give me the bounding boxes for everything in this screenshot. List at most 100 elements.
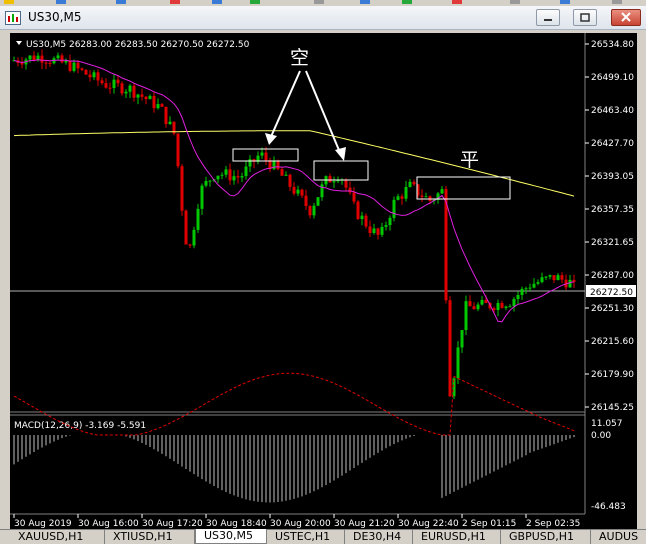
toolbar-icon[interactable] [4, 0, 14, 4]
candle-body [384, 225, 388, 227]
candle-body [540, 277, 544, 283]
candle-body [504, 306, 508, 309]
minimize-icon [544, 19, 552, 21]
candle-body [476, 304, 480, 310]
candle-body [440, 189, 444, 194]
candle-body [484, 299, 488, 304]
candle-body [240, 176, 244, 178]
minimize-button[interactable] [536, 9, 560, 26]
time-tick-label: 30 Aug 21:20 [334, 519, 395, 529]
chart-tab[interactable]: DE30,H4 [345, 530, 413, 544]
candle-body [460, 330, 464, 348]
candle-body [296, 189, 300, 194]
price-tick-label: 26463.40 [591, 106, 634, 116]
chart-titlebar[interactable]: US30,M5 [0, 6, 646, 30]
toolbar-icon[interactable] [314, 0, 324, 4]
candle-body [304, 195, 308, 206]
toolbar-icon[interactable] [170, 0, 180, 4]
toolbar-icon[interactable] [612, 0, 622, 4]
chart-tab[interactable]: GBPUSD,H1 [501, 530, 591, 544]
candle-body [80, 68, 84, 70]
toolbar-icon[interactable] [452, 0, 462, 4]
candle-body [104, 83, 108, 88]
chart-tab[interactable]: US30,M5 [195, 529, 267, 544]
candle-body [560, 275, 564, 280]
price-tick-label: 26499.10 [591, 73, 634, 83]
candle-body [148, 96, 152, 100]
candle-body [388, 217, 392, 226]
candle-body [376, 228, 380, 235]
candle-body [344, 179, 348, 188]
candle-body [524, 288, 528, 290]
maximize-button[interactable] [573, 9, 597, 26]
candle-body [228, 169, 232, 181]
candle-body [224, 169, 228, 175]
chart-canvas[interactable]: US30,M5 26283.00 26283.50 26270.50 26272… [10, 33, 637, 529]
window-title: US30,M5 [28, 10, 82, 24]
price-tick-label: 26357.35 [591, 205, 634, 215]
candle-body [96, 72, 100, 81]
chart-tab[interactable]: XAUUSD,H1 [10, 530, 105, 544]
candle-body [208, 180, 212, 182]
candle-body [520, 288, 524, 296]
candle-body [516, 295, 520, 299]
candle-body [60, 55, 64, 63]
candle-body [28, 55, 32, 60]
candle-body [116, 79, 120, 84]
candle-body [164, 106, 168, 125]
candle-body [312, 205, 316, 216]
close-button[interactable] [611, 9, 641, 26]
price-tick-label: 26321.65 [591, 238, 634, 248]
candle-body [480, 299, 484, 305]
close-annotation: 平 [460, 149, 479, 171]
candle-body [456, 347, 460, 379]
macd-label: MACD(12,26,9) -3.169 -5.591 [14, 421, 146, 431]
chart-tab[interactable]: AUDUS [591, 530, 646, 544]
candle-body [492, 308, 496, 310]
candle-body [472, 306, 476, 310]
toolbar-icon[interactable] [510, 0, 520, 4]
candle-body [448, 300, 452, 397]
candle-body [424, 196, 428, 198]
price-chart[interactable]: US30,M5 26283.00 26283.50 26270.50 26272… [10, 33, 637, 529]
toolbar-icon[interactable] [560, 0, 570, 4]
toolbar-icon[interactable] [250, 0, 260, 4]
candle-body [300, 189, 304, 196]
candle-body [132, 85, 136, 98]
chart-tab[interactable]: EURUSD,H1 [413, 530, 501, 544]
candle-body [356, 201, 360, 220]
candle-body [288, 174, 292, 187]
candle-body [140, 94, 144, 97]
candle-body [532, 283, 536, 288]
macd-tick-label: -46.483 [591, 502, 626, 512]
chart-tab[interactable]: USTEC,H1 [267, 530, 345, 544]
candle-body [124, 91, 128, 94]
candle-body [264, 152, 268, 161]
candle-body [364, 215, 368, 227]
price-tick-label: 26179.90 [591, 370, 634, 380]
toolbar-icon[interactable] [360, 0, 370, 4]
candle-body [168, 121, 172, 125]
candle-body [544, 276, 548, 278]
toolbar-icon[interactable] [402, 0, 412, 4]
candle-body [512, 298, 516, 307]
candle-body [136, 94, 140, 98]
toolbar-icon[interactable] [56, 0, 66, 4]
candle-body [44, 62, 48, 64]
candle-body [128, 85, 132, 92]
candle-body [88, 74, 92, 78]
candle-body [368, 226, 372, 233]
time-tick-label: 30 Aug 17:20 [142, 519, 203, 529]
price-tick-label: 26393.05 [591, 172, 634, 182]
candle-body [40, 55, 44, 63]
candle-body [196, 208, 200, 230]
candle-body [348, 187, 352, 193]
candle-body [68, 60, 72, 71]
toolbar-icon[interactable] [212, 0, 222, 4]
chart-tab[interactable]: XTIUSD,H1 [105, 530, 195, 544]
candle-body [360, 215, 364, 220]
chart-window-icon [5, 11, 21, 25]
toolbar-icon[interactable] [116, 0, 126, 4]
candle-body [244, 166, 248, 177]
candle-body [184, 210, 188, 245]
